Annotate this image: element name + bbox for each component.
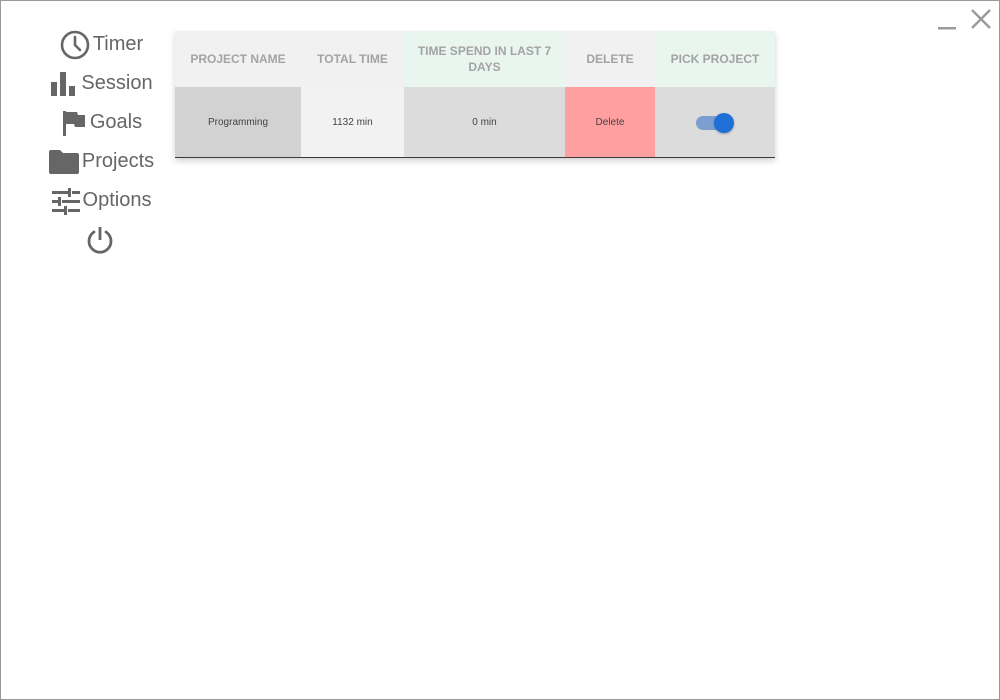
cell-pick-project <box>655 87 775 158</box>
sidebar-item-session[interactable]: Session <box>41 64 161 103</box>
header-total-time: TOTAL TIME <box>301 31 404 87</box>
cell-total-time: 1132 min <box>301 87 404 158</box>
folder-icon <box>48 149 80 175</box>
toggle-knob <box>714 113 734 133</box>
sidebar-item-label: Options <box>82 189 152 211</box>
table-row: Programming 1132 min 0 min Delete <box>175 87 775 158</box>
sidebar-item-label: Projects <box>81 150 155 172</box>
cell-last-7-days: 0 min <box>404 87 565 158</box>
delete-button[interactable]: Delete <box>565 87 655 158</box>
table-header-row: PROJECT NAME TOTAL TIME TIME SPEND IN LA… <box>175 31 775 87</box>
close-icon <box>971 9 991 29</box>
cell-project-name: Programming <box>175 87 301 158</box>
header-delete: DELETE <box>565 31 655 87</box>
header-pick-project: PICK PROJECT <box>655 31 775 87</box>
minimize-button[interactable] <box>935 7 959 31</box>
minimize-icon <box>938 27 956 30</box>
sidebar-item-label: Timer <box>92 33 144 55</box>
window-controls <box>935 7 993 31</box>
sidebar-item-options[interactable]: Options <box>41 181 161 220</box>
sidebar-item-goals[interactable]: Goals <box>41 103 161 142</box>
projects-table-container: PROJECT NAME TOTAL TIME TIME SPEND IN LA… <box>175 31 775 158</box>
sidebar-item-label: Session <box>81 72 153 94</box>
projects-table: PROJECT NAME TOTAL TIME TIME SPEND IN LA… <box>175 31 775 158</box>
header-project-name: PROJECT NAME <box>175 31 301 87</box>
power-icon <box>85 225 115 255</box>
app-window: Timer Session Goals Projects Options PRO… <box>0 0 1000 700</box>
clock-icon <box>59 29 91 61</box>
bar-chart-icon <box>49 70 79 98</box>
sidebar-item-timer[interactable]: Timer <box>41 25 161 64</box>
sidebar-item-power[interactable] <box>41 220 161 259</box>
pick-project-toggle[interactable] <box>696 112 734 133</box>
close-button[interactable] <box>969 7 993 31</box>
sliders-icon <box>51 187 81 215</box>
sidebar-item-projects[interactable]: Projects <box>41 142 161 181</box>
flag-icon <box>60 109 88 137</box>
header-last-7-days: TIME SPEND IN LAST 7 DAYS <box>404 31 565 87</box>
sidebar-nav: Timer Session Goals Projects Options <box>41 25 161 259</box>
sidebar-item-label: Goals <box>89 111 143 133</box>
